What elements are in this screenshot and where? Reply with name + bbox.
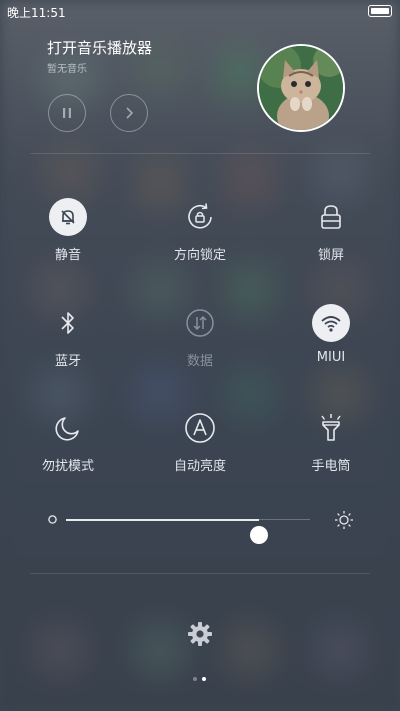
brightness-track[interactable] — [66, 518, 310, 544]
moon-icon — [55, 417, 79, 441]
toggle-rotation-lock-button[interactable] — [181, 198, 219, 236]
toggle-mute-label: 静音 — [54, 248, 81, 263]
page-dot — [193, 677, 197, 681]
brightness-high-icon — [335, 511, 353, 529]
toggle-mute-button[interactable] — [49, 198, 87, 236]
album-art[interactable] — [257, 44, 345, 132]
brightness-low-icon — [48, 515, 57, 524]
settings-button[interactable] — [185, 619, 215, 649]
toggle-auto-brightness[interactable]: 自动亮度 — [150, 409, 250, 483]
divider — [30, 153, 370, 154]
music-title[interactable]: 打开音乐播放器 — [47, 37, 152, 58]
toggle-flashlight-label: 手电筒 — [311, 459, 351, 474]
toggle-auto-brightness-label: 自动亮度 — [173, 459, 226, 474]
chevron-right-icon — [126, 107, 134, 119]
toggle-bluetooth-button[interactable] — [49, 304, 87, 342]
battery-icon — [368, 5, 392, 17]
mobile-data-icon — [186, 309, 214, 337]
divider — [30, 573, 370, 574]
lock-icon — [321, 205, 341, 229]
rotation-lock-icon — [188, 203, 212, 229]
kitten-photo — [259, 46, 343, 130]
toggle-lock-screen[interactable]: 锁屏 — [281, 198, 381, 272]
toggle-mobile-data-label: 数据 — [186, 354, 213, 369]
next-button[interactable] — [110, 94, 148, 132]
toggle-wifi[interactable]: MIUI — [281, 304, 381, 378]
toggle-rotation-lock[interactable]: 方向锁定 — [150, 198, 250, 272]
toggle-bluetooth-label: 蓝牙 — [54, 354, 81, 369]
toggle-lock-screen-button[interactable] — [312, 198, 350, 236]
toggle-do-not-disturb[interactable]: 勿扰模式 — [18, 409, 118, 483]
toggle-wifi-button[interactable] — [312, 304, 350, 342]
toggle-wifi-label: MIUI — [316, 350, 346, 365]
auto-brightness-icon — [185, 413, 215, 443]
toggle-flashlight[interactable]: 手电筒 — [281, 409, 381, 483]
status-bar: 晚上11:51 — [0, 0, 400, 22]
toggle-lock-screen-label: 锁屏 — [317, 248, 344, 263]
toggle-mobile-data[interactable]: 数据 — [150, 304, 250, 378]
wifi-icon — [321, 316, 341, 332]
toggle-do-not-disturb-button[interactable] — [49, 409, 87, 447]
status-time: 晚上11:51 — [7, 6, 66, 20]
brightness-thumb[interactable] — [249, 526, 268, 544]
toggle-do-not-disturb-label: 勿扰模式 — [41, 459, 94, 474]
pause-button[interactable] — [48, 94, 86, 132]
toggle-mobile-data-button[interactable] — [181, 304, 219, 342]
toggle-bluetooth[interactable]: 蓝牙 — [18, 304, 118, 378]
toggle-flashlight-button[interactable] — [312, 409, 350, 447]
flashlight-icon — [321, 414, 341, 441]
gear-icon — [188, 622, 212, 646]
brightness-slider[interactable] — [44, 504, 360, 544]
page-dot-active — [202, 677, 206, 681]
toggle-rotation-lock-label: 方向锁定 — [173, 248, 226, 263]
bluetooth-icon — [61, 312, 74, 334]
page-indicator — [191, 677, 209, 683]
toggle-mute[interactable]: 静音 — [18, 198, 118, 272]
brightness-track-fill — [66, 518, 259, 521]
music-subtitle: 暂无音乐 — [47, 64, 87, 75]
bell-mute-icon — [61, 210, 75, 225]
pause-icon — [63, 108, 71, 118]
toggle-auto-brightness-button[interactable] — [181, 409, 219, 447]
